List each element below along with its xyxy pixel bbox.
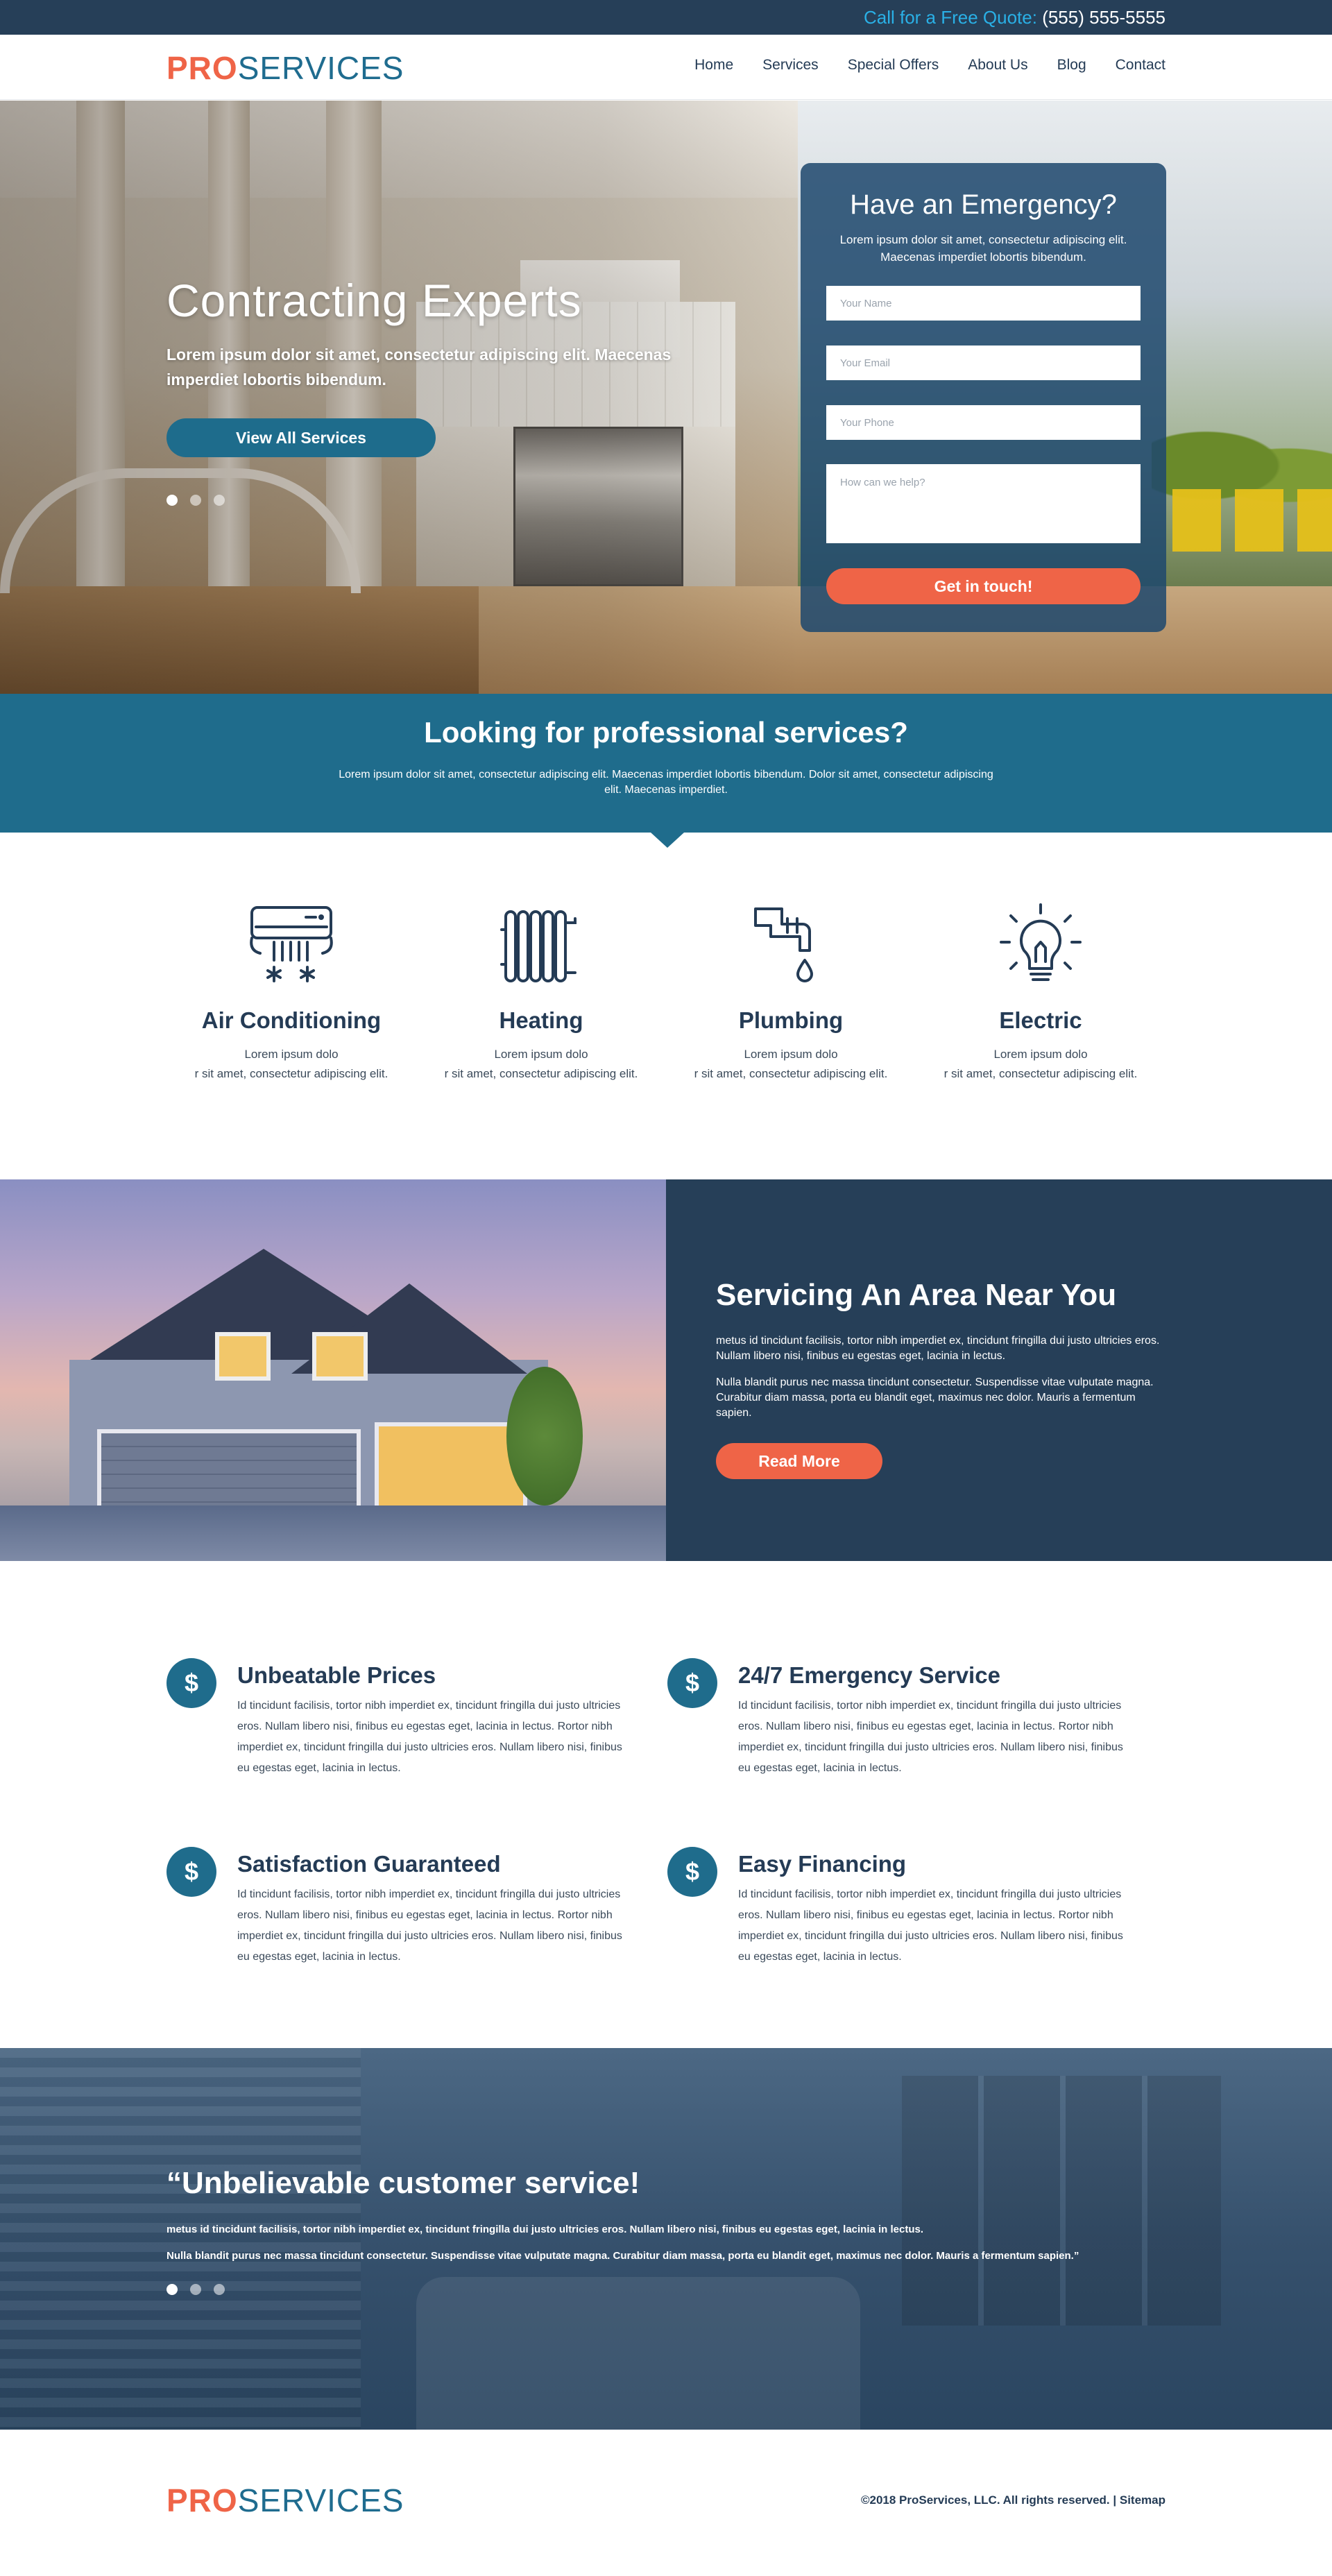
read-more-button[interactable]: Read More <box>716 1443 882 1479</box>
view-all-services-button[interactable]: View All Services <box>166 418 436 457</box>
logo-pro: PRO <box>166 2482 238 2518</box>
service-text-line: r sit amet, consectetur adipiscing elit. <box>944 1067 1138 1080</box>
testimonial-text: metus id tincidunt facilisis, tortor nib… <box>166 2224 924 2235</box>
area-paragraph: Nulla blandit purus nec massa tincidunt … <box>716 1376 1154 1419</box>
radiator-icon <box>500 910 577 982</box>
feature-text: Id tincidunt facilisis, tortor nibh impe… <box>237 1700 622 1774</box>
feature-title: Satisfaction Guaranteed <box>237 1851 501 1877</box>
dollar-icon: $ <box>166 1847 216 1897</box>
area-title: Servicing An Area Near You <box>716 1278 1117 1312</box>
feature-satisfaction-guaranteed: $ Satisfaction Guaranteed Id tincidunt f… <box>166 1847 645 1986</box>
email-input[interactable] <box>826 346 1141 380</box>
service-text-line: Lorem ipsum dolo <box>244 1048 339 1061</box>
header: PROSERVICES Home Services Special Offers… <box>0 35 1332 100</box>
form-subtitle: Lorem ipsum dolor sit amet, consectetur … <box>839 233 1127 264</box>
logo-services: SERVICES <box>237 2482 404 2518</box>
banner-text: Lorem ipsum dolor sit amet, consectetur … <box>339 769 993 796</box>
dollar-icon: $ <box>667 1847 717 1897</box>
testimonial-slider-dots <box>166 2284 225 2295</box>
light-bulb-icon <box>1000 903 1082 981</box>
dollar-icon: $ <box>667 1658 717 1708</box>
hero-subtitle: Lorem ipsum dolor sit amet, consectetur … <box>166 346 672 389</box>
feature-text: Id tincidunt facilisis, tortor nibh impe… <box>738 1700 1123 1774</box>
main-nav: Home Services Special Offers About Us Bl… <box>694 57 1166 74</box>
service-title: Plumbing <box>738 1007 844 1033</box>
nav-special-offers[interactable]: Special Offers <box>848 57 939 74</box>
feature-text: Id tincidunt facilisis, tortor nibh impe… <box>738 1888 1123 1963</box>
service-text-line: Lorem ipsum dolo <box>993 1048 1088 1061</box>
service-text-line: r sit amet, consectetur adipiscing elit. <box>694 1067 888 1080</box>
phone-number[interactable]: (555) 555-5555 <box>1042 7 1166 28</box>
logo[interactable]: PROSERVICES <box>166 49 404 87</box>
testimonial-text: Nulla blandit purus nec massa tincidunt … <box>166 2250 1079 2262</box>
service-title: Electric <box>999 1007 1082 1033</box>
service-electric[interactable]: Electric Lorem ipsum dolo r sit amet, con… <box>937 902 1145 1084</box>
nav-contact[interactable]: Contact <box>1116 57 1166 74</box>
service-text-line: Lorem ipsum dolo <box>494 1048 588 1061</box>
service-text-line: r sit amet, consectetur adipiscing elit. <box>194 1067 388 1080</box>
service-air-conditioning[interactable]: Air Conditioning Lorem ipsum dolo r sit a… <box>187 902 395 1084</box>
service-text: Lorem ipsum dolo r sit amet, consectetur … <box>687 1045 895 1084</box>
feature-unbeatable-prices: $ Unbeatable Prices Id tincidunt facilis… <box>166 1658 645 1797</box>
service-plumbing[interactable]: Plumbing Lorem ipsum dolo r sit amet, con… <box>687 902 895 1084</box>
hero-slider-dots <box>166 495 225 506</box>
house-image <box>0 1179 666 1561</box>
service-title: Air Conditioning <box>201 1007 382 1033</box>
banner-title: Looking for professional services? <box>424 716 908 749</box>
area-panel: Servicing An Area Near You metus id tinc… <box>666 1179 1332 1561</box>
top-bar: Call for a Free Quote: (555) 555-5555 <box>0 0 1332 35</box>
feature-easy-financing: $ Easy Financing Id tincidunt facilisis,… <box>667 1847 1146 1986</box>
form-title: Have an Emergency? <box>850 189 1117 220</box>
footer-logo[interactable]: PROSERVICES <box>166 2482 404 2519</box>
service-text: Lorem ipsum dolo r sit amet, consectetur … <box>437 1045 645 1084</box>
quote-label: Call for a Free Quote: <box>863 7 1037 28</box>
service-text-line: Lorem ipsum dolo <box>744 1048 838 1061</box>
faucet-icon <box>754 907 813 982</box>
logo-services: SERVICES <box>237 50 404 86</box>
service-heating[interactable]: Heating Lorem ipsum dolo r sit amet, cons… <box>437 902 645 1084</box>
services-banner: Looking for professional services? Lorem… <box>0 694 1332 848</box>
service-text: Lorem ipsum dolo r sit amet, consectetur … <box>937 1045 1145 1084</box>
logo-pro: PRO <box>166 50 238 86</box>
service-title: Heating <box>499 1007 583 1033</box>
get-in-touch-button[interactable]: Get in touch! <box>826 568 1141 604</box>
feature-text: Id tincidunt facilisis, tortor nibh impe… <box>237 1888 622 1963</box>
banner-notch <box>651 833 684 848</box>
nav-services[interactable]: Services <box>762 57 819 74</box>
dollar-icon: $ <box>166 1658 216 1708</box>
testimonial-section: “Unbelievable customer service! metus id… <box>0 2048 1332 2430</box>
nav-about-us[interactable]: About Us <box>968 57 1027 74</box>
footer: PROSERVICES ©2018 ProServices, LLC. All … <box>0 2430 1332 2576</box>
feature-title: 24/7 Emergency Service <box>738 1662 1000 1688</box>
quote-line[interactable]: Call for a Free Quote: (555) 555-5555 <box>864 7 1166 28</box>
slider-dot[interactable] <box>190 2284 201 2295</box>
nav-home[interactable]: Home <box>694 57 733 74</box>
area-paragraph: metus id tincidunt facilisis, tortor nib… <box>716 1335 1160 1362</box>
air-conditioner-icon <box>250 906 333 982</box>
hero: Contracting Experts Lorem ipsum dolor si… <box>0 101 1332 694</box>
feature-emergency-service: $ 24/7 Emergency Service Id tincidunt fa… <box>667 1658 1146 1797</box>
phone-input[interactable] <box>826 405 1141 440</box>
emergency-form: Have an Emergency? Lorem ipsum dolor sit… <box>801 163 1166 632</box>
page: Call for a Free Quote: (555) 555-5555 PR… <box>0 0 1332 2576</box>
feature-title: Unbeatable Prices <box>237 1662 436 1688</box>
service-text-line: r sit amet, consectetur adipiscing elit. <box>444 1067 638 1080</box>
hero-title: Contracting Experts <box>166 275 582 326</box>
slider-dot[interactable] <box>190 495 201 506</box>
message-input[interactable] <box>826 464 1141 543</box>
nav-blog[interactable]: Blog <box>1057 57 1086 74</box>
service-text: Lorem ipsum dolo r sit amet, consectetur … <box>187 1045 395 1084</box>
slider-dot[interactable] <box>214 2284 225 2295</box>
slider-dot[interactable] <box>166 2284 178 2295</box>
name-input[interactable] <box>826 286 1141 321</box>
slider-dot[interactable] <box>214 495 225 506</box>
feature-title: Easy Financing <box>738 1851 907 1877</box>
slider-dot[interactable] <box>166 495 178 506</box>
copyright[interactable]: ©2018 ProServices, LLC. All rights reser… <box>861 2493 1166 2507</box>
testimonial-quote: “Unbelievable customer service! <box>166 2166 640 2200</box>
